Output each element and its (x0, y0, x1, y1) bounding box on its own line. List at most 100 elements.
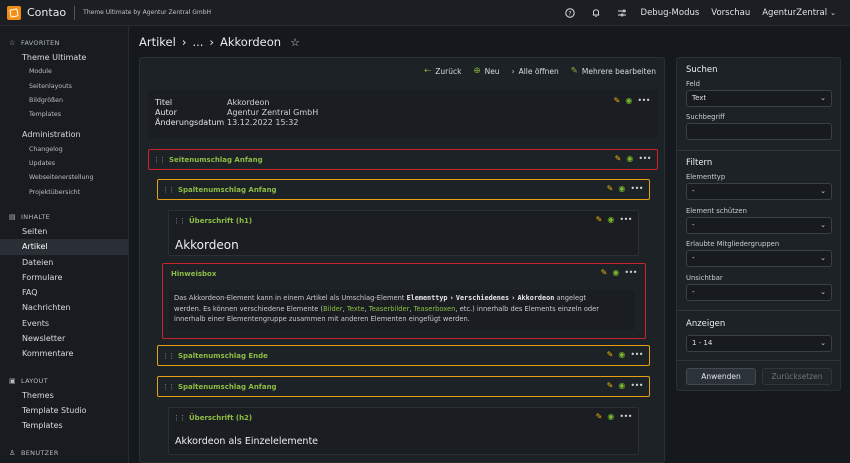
brand-name[interactable]: Contao (27, 6, 66, 19)
preview-link[interactable]: Vorschau (711, 8, 750, 18)
sidebar-item-nachrichten[interactable]: Nachrichten (0, 300, 128, 315)
sidebar-item-administration[interactable]: Administration (0, 127, 128, 142)
element-wrapper-start[interactable]: ⋮⋮ Seitenumschlag Anfang ✎ ◉ ••• (148, 149, 658, 170)
drag-handle-icon[interactable]: ⋮⋮ (173, 217, 186, 225)
pencil-icon[interactable]: ✎ (614, 96, 621, 105)
breadcrumb-artikel[interactable]: Artikel (139, 35, 176, 49)
element-operations: ✎ ◉ ••• (607, 184, 644, 193)
eye-icon[interactable]: ◉ (618, 350, 625, 359)
sidebar-item-themes[interactable]: Themes (0, 388, 128, 403)
sidebar-section-favoriten[interactable]: ☆ FAVORITEN (0, 36, 128, 50)
user-menu[interactable]: AgenturZentral ⌄ (762, 8, 836, 18)
sidebar-item-theme-ultimate[interactable]: Theme Ultimate (0, 50, 128, 65)
more-icon[interactable]: ••• (624, 268, 637, 277)
sidebar-item-kommentare[interactable]: Kommentare (0, 346, 128, 361)
sidebar-section-benutzer[interactable]: ♙ BENUTZER (0, 446, 128, 460)
sidebar-item-artikel[interactable]: Artikel (0, 239, 128, 255)
contao-logo-icon[interactable] (7, 5, 21, 20)
link-teaserboxen[interactable]: Teaserboxen (414, 305, 456, 313)
sidebar-sub-module[interactable]: Module (0, 65, 128, 79)
field-select[interactable]: Text ⌄ (686, 90, 832, 107)
drag-handle-icon[interactable]: ⋮⋮ (153, 156, 166, 164)
sidebar-item-faq[interactable]: FAQ (0, 285, 128, 300)
more-icon[interactable]: ••• (638, 154, 651, 163)
bell-icon[interactable] (589, 6, 603, 20)
favorite-star-icon[interactable]: ☆ (290, 36, 300, 49)
element-type-label: Überschrift (h1) (189, 216, 253, 225)
eye-icon[interactable]: ◉ (618, 381, 625, 390)
drag-handle-icon[interactable]: ⋮⋮ (162, 186, 175, 194)
filter-groups-label: Erlaubte Mitgliedergruppen (686, 240, 780, 248)
search-heading: Suchen (686, 65, 718, 75)
sidebar-sub-changelog[interactable]: Changelog (0, 143, 128, 157)
pencil-icon[interactable]: ✎ (607, 381, 614, 390)
sidebar-item-formulare[interactable]: Formulare (0, 270, 128, 285)
sidebar-section-inhalte[interactable]: ▤ INHALTE (0, 210, 128, 224)
sidebar-item-seiten[interactable]: Seiten (0, 224, 128, 239)
more-icon[interactable]: ••• (630, 350, 643, 359)
element-headline-h2[interactable]: ⋮⋮ Überschrift (h2) ✎ ◉ ••• Akkordeon al… (168, 407, 639, 455)
link-texte[interactable]: Texte (347, 305, 365, 313)
element-column-start[interactable]: ⋮⋮ Spaltenumschlag Anfang ✎ ◉ ••• (157, 179, 650, 200)
pencil-icon[interactable]: ✎ (615, 154, 622, 163)
more-icon[interactable]: ••• (619, 412, 632, 421)
sidebar-sub-webseitenerstellung[interactable]: Webseitenerstellung (0, 171, 128, 185)
more-icon[interactable]: ••• (630, 381, 643, 390)
element-headline-h1[interactable]: ⋮⋮ Überschrift (h1) ✎ ◉ ••• Akkordeon (168, 210, 639, 256)
pencil-icon[interactable]: ✎ (596, 412, 603, 421)
article-meta: Titel Akkordeon Autor Agentur Zentral GmbH… (148, 90, 658, 138)
element-column-start-2[interactable]: ⋮⋮ Spaltenumschlag Anfang ✎ ◉ ••• (157, 376, 650, 397)
sidebar-sub-seitenlayouts[interactable]: Seitenlayouts (0, 80, 128, 94)
eye-icon[interactable]: ◉ (612, 268, 619, 277)
reset-button[interactable]: Zurücksetzen (762, 368, 832, 385)
element-column-end[interactable]: ⋮⋮ Spaltenumschlag Ende ✎ ◉ ••• (157, 345, 650, 366)
pencil-icon[interactable]: ✎ (601, 268, 608, 277)
chevron-down-icon: ⌄ (820, 288, 826, 296)
show-range-select[interactable]: 1 - 14 ⌄ (686, 335, 832, 352)
sidebar-item-events[interactable]: Events (0, 316, 128, 331)
sidebar-sub-bildgroessen[interactable]: Bildgrößen (0, 94, 128, 108)
filter-elementtype-select[interactable]: - ⌄ (686, 183, 832, 200)
eye-icon[interactable]: ◉ (625, 96, 632, 105)
sidebar-sub-projektuebersicht[interactable]: Projektübersicht (0, 186, 128, 200)
drag-handle-icon[interactable]: ⋮⋮ (173, 414, 186, 422)
drag-handle-icon[interactable]: ⋮⋮ (162, 383, 175, 391)
eye-icon[interactable]: ◉ (626, 154, 633, 163)
code-akkordeon: Akkordeon (517, 294, 555, 302)
edit-multiple-button[interactable]: ✎ Mehrere bearbeiten (571, 66, 656, 76)
pencil-icon[interactable]: ✎ (607, 350, 614, 359)
sidebar-item-layout-templates[interactable]: Templates (0, 418, 128, 433)
system-messages-icon[interactable] (615, 6, 629, 20)
filter-invisible-select[interactable]: - ⌄ (686, 284, 832, 301)
sidebar-item-dateien[interactable]: Dateien (0, 255, 128, 270)
new-button[interactable]: ⊕ Neu (473, 66, 499, 76)
filter-heading: Filtern (686, 158, 713, 168)
element-type-label: Spaltenumschlag Anfang (178, 185, 277, 194)
search-term-input[interactable] (686, 123, 832, 140)
sidebar-sub-updates[interactable]: Updates (0, 157, 128, 171)
breadcrumb-ellipsis[interactable]: ... (192, 35, 203, 49)
sidebar-item-template-studio[interactable]: Template Studio (0, 403, 128, 418)
debug-mode-link[interactable]: Debug-Modus (641, 8, 700, 18)
pencil-icon[interactable]: ✎ (607, 184, 614, 193)
apply-button[interactable]: Anwenden (686, 368, 756, 385)
help-icon[interactable]: ? (563, 6, 577, 20)
eye-icon[interactable]: ◉ (607, 412, 614, 421)
eye-icon[interactable]: ◉ (618, 184, 625, 193)
eye-icon[interactable]: ◉ (607, 215, 614, 224)
element-hint-box[interactable]: Hinweisbox ✎ ◉ ••• Das Akkordeon-Element… (162, 263, 646, 339)
link-bilder[interactable]: Bilder (323, 305, 342, 313)
sidebar-section-layout[interactable]: ▣ LAYOUT (0, 374, 128, 388)
sidebar-sub-templates[interactable]: Templates (0, 108, 128, 122)
open-all-button[interactable]: › Alle öffnen (512, 67, 559, 76)
more-icon[interactable]: ••• (619, 215, 632, 224)
filter-groups-select[interactable]: - ⌄ (686, 250, 832, 267)
pencil-icon[interactable]: ✎ (596, 215, 603, 224)
link-teaserbilder[interactable]: Teaserbilder (369, 305, 410, 313)
drag-handle-icon[interactable]: ⋮⋮ (162, 352, 175, 360)
more-icon[interactable]: ••• (630, 184, 643, 193)
back-button[interactable]: ⇠ Zurück (424, 66, 461, 76)
sidebar-item-newsletter[interactable]: Newsletter (0, 331, 128, 346)
more-icon[interactable]: ••• (637, 96, 650, 105)
filter-protect-select[interactable]: - ⌄ (686, 217, 832, 234)
